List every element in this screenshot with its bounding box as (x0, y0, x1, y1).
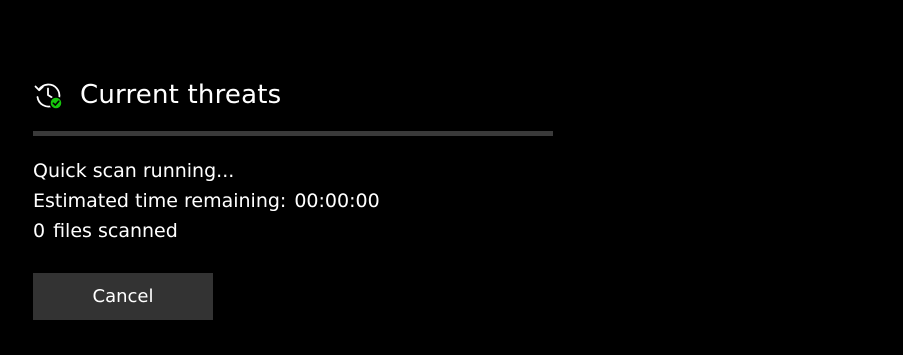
files-scanned-line: 0 files scanned (33, 216, 380, 246)
cancel-button[interactable]: Cancel (33, 273, 213, 320)
time-remaining-line: Estimated time remaining: 00:00:00 (33, 186, 380, 216)
current-threats-page: Current threats Quick scan running... Es… (0, 0, 903, 355)
history-check-icon (34, 83, 63, 110)
section-header: Current threats (33, 80, 281, 110)
scan-progress-bar (33, 131, 553, 136)
files-scanned-count: 0 (33, 220, 46, 242)
scan-status-text: Quick scan running... (33, 160, 235, 182)
files-scanned-label: files scanned (53, 220, 178, 242)
time-remaining-value: 00:00:00 (294, 190, 380, 212)
scan-status-block: Quick scan running... Estimated time rem… (33, 156, 380, 246)
time-remaining-label: Estimated time remaining: (33, 190, 287, 212)
section-title: Current threats (80, 80, 282, 110)
